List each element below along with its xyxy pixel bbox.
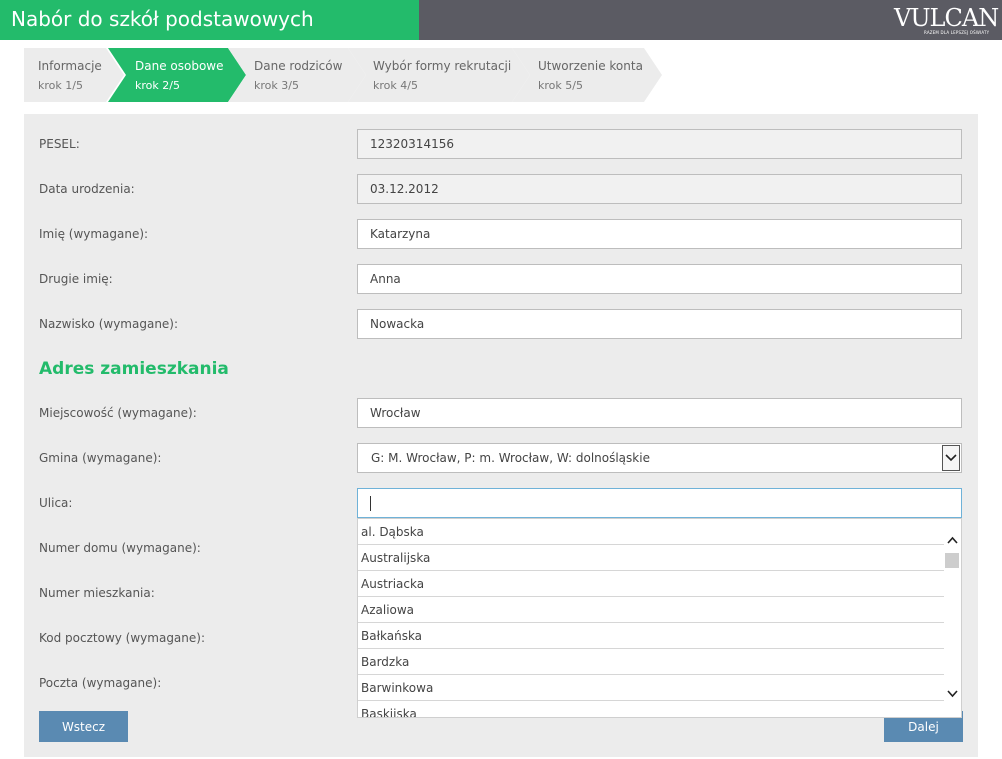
- scrollbar-thumb[interactable]: [945, 553, 959, 568]
- house-number-label: Numer domu (wymagane):: [39, 541, 201, 555]
- step-number: krok 1/5: [38, 79, 83, 92]
- step-title: Wybór formy rekrutacji: [373, 59, 512, 73]
- step-title: Dane rodziców: [254, 59, 343, 73]
- step-dane-rodzicow[interactable]: Dane rodziców krok 3/5: [228, 48, 366, 102]
- second-name-field[interactable]: Anna: [357, 264, 962, 294]
- commune-select[interactable]: G: M. Wrocław, P: m. Wrocław, W: dolnośl…: [357, 443, 962, 473]
- street-label: Ulica:: [39, 496, 73, 510]
- pesel-field: 12320314156: [357, 129, 962, 159]
- chevron-up-icon[interactable]: [946, 534, 959, 547]
- street-dropdown: al. Dąbska Australijska Austriacka Azali…: [357, 518, 962, 718]
- post-office-label: Poczta (wymagane):: [39, 676, 162, 690]
- list-item[interactable]: Australijska: [358, 545, 946, 571]
- pesel-label: PESEL:: [39, 137, 80, 151]
- step-title: Informacje: [38, 59, 102, 73]
- wizard-steps: Informacje krok 1/5 Dane osobowe krok 2/…: [24, 48, 704, 102]
- first-name-field[interactable]: Katarzyna: [357, 219, 962, 249]
- list-item[interactable]: Austriacka: [358, 571, 946, 597]
- dropdown-scrollbar[interactable]: [944, 519, 961, 717]
- back-button[interactable]: Wstecz: [39, 711, 128, 742]
- app-header: Nabór do szkół podstawowych VULCAN RAZEM…: [0, 0, 1002, 40]
- vulcan-logo: VULCAN RAZEM DLA LEPSZEJ OŚWIATY: [894, 4, 999, 38]
- first-name-label: Imię (wymagane):: [39, 227, 149, 241]
- list-item[interactable]: Baskijska: [358, 701, 946, 717]
- step-dane-osobowe[interactable]: Dane osobowe krok 2/5: [108, 48, 246, 102]
- logo-tagline: RAZEM DLA LEPSZEJ OŚWIATY: [924, 30, 990, 35]
- commune-label: Gmina (wymagane):: [39, 451, 162, 465]
- last-name-field[interactable]: Nowacka: [357, 309, 962, 339]
- flat-number-label: Numer mieszkania:: [39, 586, 155, 600]
- chevron-down-icon[interactable]: [942, 445, 960, 471]
- last-name-label: Nazwisko (wymagane):: [39, 317, 179, 331]
- step-utworzenie-konta[interactable]: Utworzenie konta krok 5/5: [512, 48, 662, 102]
- address-section-title: Adres zamieszkania: [39, 359, 229, 379]
- commune-value: G: M. Wrocław, P: m. Wrocław, W: dolnośl…: [371, 451, 650, 465]
- street-input[interactable]: [357, 488, 962, 518]
- step-number: krok 3/5: [254, 79, 299, 92]
- second-name-label: Drugie imię:: [39, 272, 113, 286]
- page-title: Nabór do szkół podstawowych: [11, 7, 314, 31]
- postal-code-label: Kod pocztowy (wymagane):: [39, 631, 206, 645]
- list-item[interactable]: Azaliowa: [358, 597, 946, 623]
- list-item[interactable]: Barwinkowa: [358, 675, 946, 701]
- step-number: krok 5/5: [538, 79, 583, 92]
- text-caret: [370, 496, 371, 511]
- logo-text: VULCAN: [894, 4, 999, 32]
- step-title: Utworzenie konta: [538, 59, 643, 73]
- header-title-block: Nabór do szkół podstawowych: [0, 0, 419, 40]
- birth-date-field: 03.12.2012: [357, 174, 962, 204]
- birth-date-label: Data urodzenia:: [39, 182, 135, 196]
- step-number: krok 2/5: [135, 79, 180, 92]
- chevron-down-icon[interactable]: [946, 687, 959, 700]
- city-label: Miejscowość (wymagane):: [39, 406, 197, 420]
- list-item[interactable]: al. Dąbska: [358, 519, 946, 545]
- city-field[interactable]: Wrocław: [357, 398, 962, 428]
- step-wybor-formy[interactable]: Wybór formy rekrutacji krok 4/5: [348, 48, 530, 102]
- step-informacje[interactable]: Informacje krok 1/5: [24, 48, 124, 102]
- list-item[interactable]: Bałkańska: [358, 623, 946, 649]
- step-title: Dane osobowe: [135, 59, 224, 73]
- step-number: krok 4/5: [373, 79, 418, 92]
- list-item[interactable]: Bardzka: [358, 649, 946, 675]
